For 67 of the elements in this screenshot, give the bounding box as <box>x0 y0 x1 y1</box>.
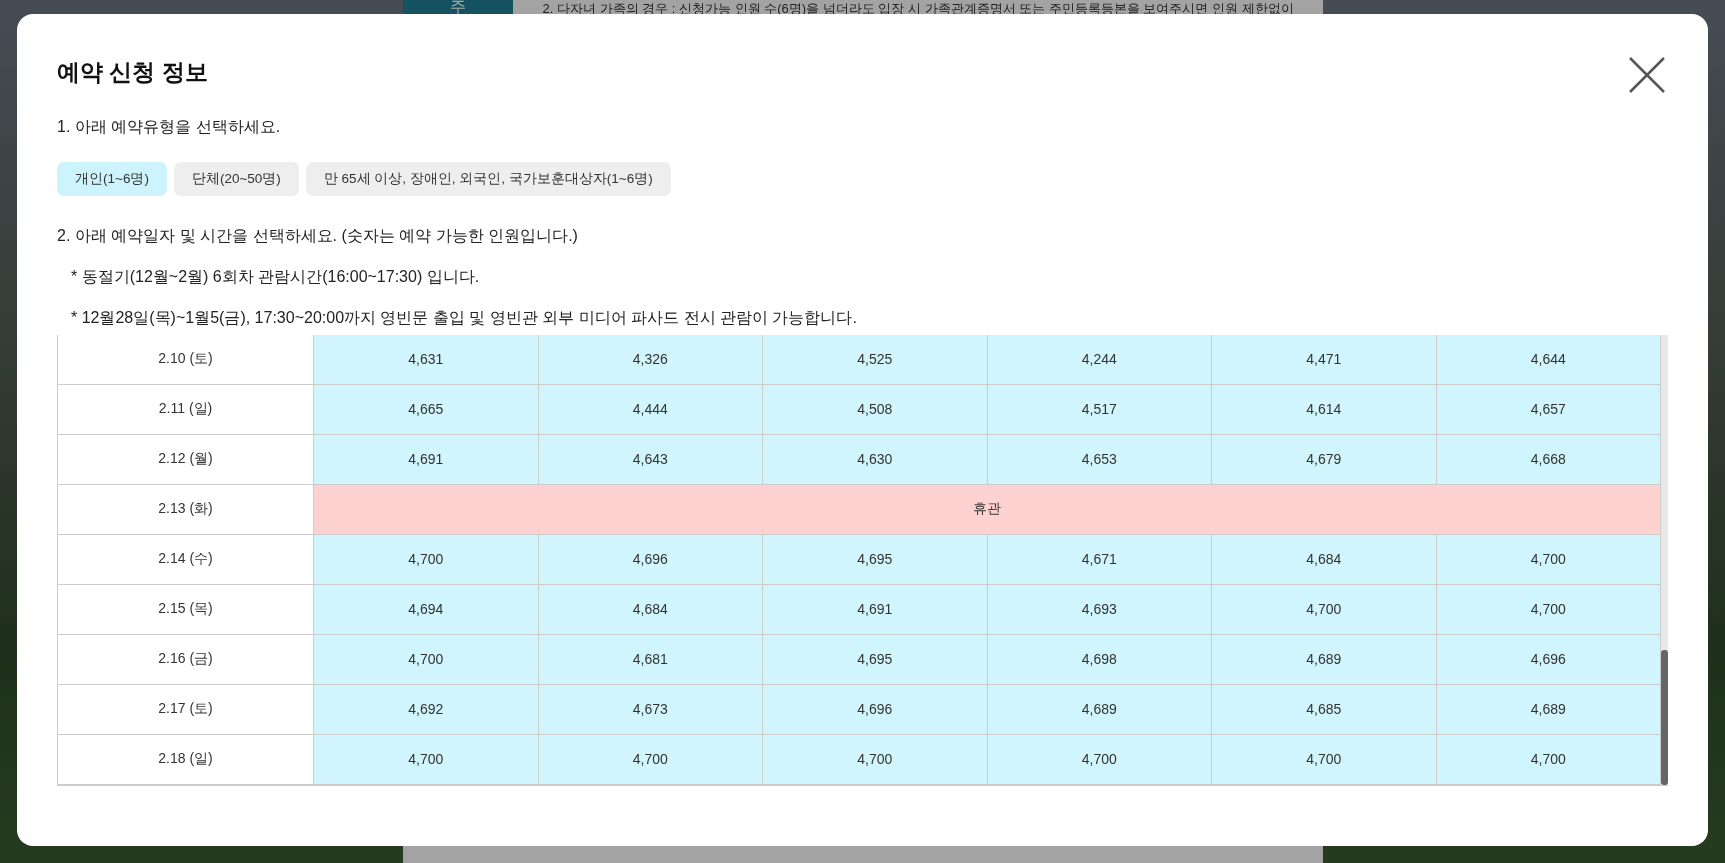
availability-cell[interactable]: 4,694 <box>314 584 539 635</box>
availability-cell[interactable]: 4,673 <box>538 684 763 735</box>
availability-cell[interactable]: 4,700 <box>314 534 539 585</box>
availability-cell[interactable]: 4,685 <box>1212 684 1437 735</box>
availability-cell[interactable]: 4,679 <box>1212 434 1437 485</box>
date-cell: 2.18 (일) <box>58 734 314 785</box>
date-cell: 2.13 (화) <box>58 484 314 535</box>
availability-cell[interactable]: 4,643 <box>538 434 763 485</box>
availability-cell[interactable]: 4,471 <box>1212 334 1437 385</box>
closed-cell: 휴관 <box>314 484 1661 535</box>
availability-cell[interactable]: 4,631 <box>314 334 539 385</box>
availability-cell[interactable]: 4,700 <box>314 634 539 685</box>
availability-cell[interactable]: 4,693 <box>987 584 1212 635</box>
availability-cell[interactable]: 4,698 <box>987 634 1212 685</box>
date-cell: 2.16 (금) <box>58 634 314 685</box>
availability-cell[interactable]: 4,644 <box>1436 334 1661 385</box>
availability-cell[interactable]: 4,508 <box>763 384 988 435</box>
dialog-title: 예약 신청 정보 <box>57 58 208 87</box>
availability-cell[interactable]: 4,681 <box>538 634 763 685</box>
availability-cell[interactable]: 4,668 <box>1436 434 1661 485</box>
availability-cell[interactable]: 4,689 <box>1436 684 1661 735</box>
availability-cell[interactable]: 4,665 <box>314 384 539 435</box>
availability-cell[interactable]: 4,244 <box>987 334 1212 385</box>
availability-cell[interactable]: 4,525 <box>763 334 988 385</box>
availability-cell[interactable]: 4,691 <box>314 434 539 485</box>
step-instruction: 1. 아래 예약유형을 선택하세요. <box>57 116 282 137</box>
availability-cell[interactable]: 4,630 <box>763 434 988 485</box>
date-cell: 2.10 (토) <box>58 334 314 385</box>
availability-cell[interactable]: 4,700 <box>763 734 988 785</box>
availability-cell[interactable]: 4,326 <box>538 334 763 385</box>
availability-cell[interactable]: 4,700 <box>1436 584 1661 635</box>
availability-cell[interactable]: 4,691 <box>763 584 988 635</box>
availability-cell[interactable]: 4,684 <box>538 584 763 635</box>
availability-cell[interactable]: 4,684 <box>1212 534 1437 585</box>
availability-cell[interactable]: 4,695 <box>763 634 988 685</box>
availability-cell[interactable]: 4,696 <box>538 534 763 585</box>
availability-cell[interactable]: 4,700 <box>987 734 1212 785</box>
date-cell: 2.12 (월) <box>58 434 314 485</box>
availability-cell[interactable]: 4,700 <box>1436 534 1661 585</box>
step-instruction: 2. 아래 예약일자 및 시간을 선택하세요. (숫자는 예약 가능한 인원입니다.) <box>57 225 579 246</box>
availability-cell[interactable]: 4,700 <box>1436 734 1661 785</box>
availability-cell[interactable]: 4,671 <box>987 534 1212 585</box>
availability-cell[interactable]: 4,657 <box>1436 384 1661 435</box>
scrollbar-thumb[interactable] <box>1661 649 1668 785</box>
availability-cell[interactable]: 4,700 <box>1212 584 1437 635</box>
note-text: * 12월28일(목)~1월5(금), 17:30~20:00까지 영빈문 출입 및 영빈관 외부 미디어 파사드 전시 관람이 가능합니다. <box>70 307 858 328</box>
availability-cell[interactable]: 4,653 <box>987 434 1212 485</box>
availability-cell[interactable]: 4,696 <box>763 684 988 735</box>
availability-cell[interactable]: 4,695 <box>763 534 988 585</box>
availability-cell[interactable]: 4,689 <box>987 684 1212 735</box>
type-option[interactable]: 단체(20~50명) <box>173 161 299 196</box>
availability-cell[interactable]: 4,692 <box>314 684 539 735</box>
availability-cell[interactable]: 4,444 <box>538 384 763 435</box>
availability-cell[interactable]: 4,517 <box>987 384 1212 435</box>
availability-cell[interactable]: 4,700 <box>538 734 763 785</box>
availability-cell[interactable]: 4,700 <box>314 734 539 785</box>
availability-cell[interactable]: 4,696 <box>1436 634 1661 685</box>
availability-cell[interactable]: 4,700 <box>1212 734 1437 785</box>
date-cell: 2.11 (일) <box>58 384 314 435</box>
date-cell: 2.14 (수) <box>58 534 314 585</box>
date-cell: 2.17 (토) <box>58 684 314 735</box>
note-text: * 동절기(12월~2월) 6회차 관람시간(16:00~17:30) 입니다. <box>70 266 481 287</box>
type-option[interactable]: 만 65세 이상, 장애인, 외국인, 국가보훈대상자(1~6명) <box>305 161 671 196</box>
type-option[interactable]: 개인(1~6명) <box>57 161 167 196</box>
availability-cell[interactable]: 4,614 <box>1212 384 1437 435</box>
availability-cell[interactable]: 4,689 <box>1212 634 1437 685</box>
date-cell: 2.15 (목) <box>58 584 314 635</box>
